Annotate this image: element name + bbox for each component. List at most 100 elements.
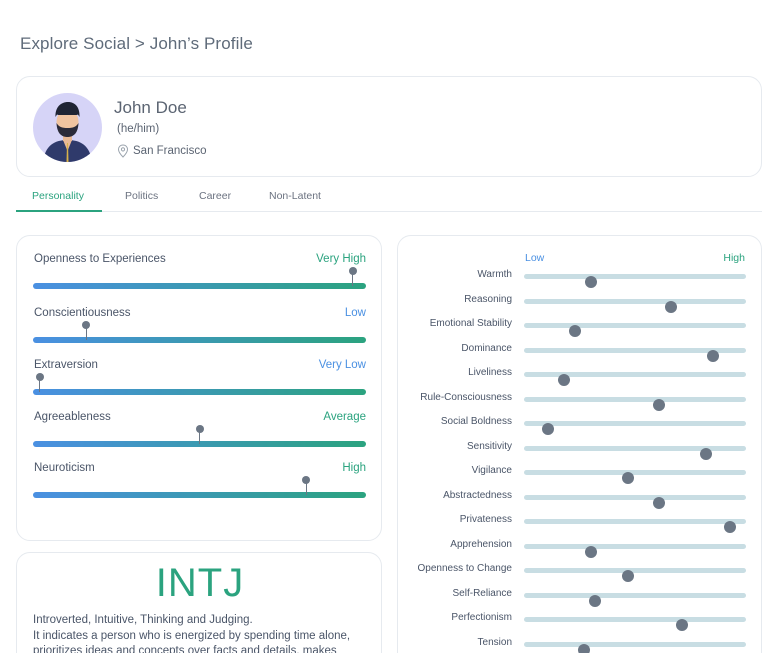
profile-name: John Doe: [114, 98, 187, 117]
factor-marker: [584, 545, 597, 558]
factor-row: Tension: [398, 636, 763, 653]
factor-row: Emotional Stability: [398, 317, 763, 337]
factor-row: Sensitivity: [398, 440, 763, 460]
trait-label: Conscientiousness: [34, 307, 131, 319]
trait-bar: [33, 283, 366, 289]
factor-marker: [706, 349, 719, 362]
trait-level: High: [342, 462, 366, 474]
breadcrumb: Explore Social > John’s Profile: [20, 34, 253, 53]
factor-marker: [622, 472, 635, 484]
profile-pronouns: (he/him): [117, 123, 160, 135]
tab-non-latent[interactable]: Non-Latent: [269, 190, 321, 202]
factor-marker: [675, 619, 688, 631]
factor-label: Dominance: [461, 342, 512, 354]
trait-marker: [82, 321, 91, 341]
factor-marker: [622, 570, 635, 582]
tab-career[interactable]: Career: [199, 190, 231, 202]
factor-track: [524, 396, 746, 411]
trait-conscientiousness: Conscientiousness Low: [33, 307, 366, 347]
factor-label: Perfectionism: [451, 612, 512, 623]
trait-level: Very Low: [318, 359, 366, 371]
factor-row: Apprehension: [398, 538, 763, 558]
mbti-card: INTJ Introverted, Intuitive, Thinking an…: [16, 552, 382, 653]
factor-track: [524, 421, 746, 435]
factor-marker: [569, 325, 582, 337]
tab-politics[interactable]: Politics: [125, 190, 158, 202]
trait-marker: [35, 373, 44, 393]
scale-low-label: Low: [525, 252, 545, 264]
factor-track: [524, 323, 746, 337]
mbti-type: INTJ: [155, 561, 245, 605]
trait-marker: [302, 476, 311, 496]
factor-track: [524, 568, 746, 582]
factor-row: Reasoning: [398, 293, 763, 313]
factor-row: Abstractedness: [398, 489, 763, 509]
factor-row: Self-Reliance: [398, 587, 763, 607]
trait-label: Agreeableness: [34, 411, 111, 423]
factor-row: Privateness: [398, 513, 763, 533]
personality-factors-card: Low High Warmth Reasoning Emotional Stabil…: [397, 235, 762, 653]
location-pin-icon: [117, 144, 129, 158]
factor-row: Vigilance: [398, 464, 763, 484]
trait-bar: [33, 389, 366, 395]
factor-label: Self-Reliance: [452, 587, 512, 599]
factor-row: Warmth: [398, 268, 763, 288]
factor-label: Vigilance: [471, 465, 512, 476]
big-five-card: Openness to Experiences Very High Consci…: [16, 235, 382, 541]
mbti-description: It indicates a person who is energized b…: [33, 630, 351, 653]
trait-label: Extraversion: [34, 359, 98, 371]
mbti-summary: Introverted, Intuitive, Thinking and Jud…: [33, 614, 253, 626]
trait-marker: [195, 425, 204, 445]
factor-track: [524, 641, 746, 653]
tab-personality[interactable]: Personality: [32, 190, 84, 202]
factor-marker: [653, 398, 666, 411]
factor-track: [524, 274, 746, 288]
factor-marker: [542, 423, 555, 435]
factor-row: Liveliness: [398, 366, 763, 386]
trait-extraversion: Extraversion Very Low: [33, 359, 366, 399]
trait-agreeableness: Agreeableness Average: [33, 411, 366, 451]
factor-row: Dominance: [398, 342, 763, 362]
factor-marker: [584, 276, 597, 288]
factor-row: Openness to Change: [398, 562, 763, 582]
factor-label: Reasoning: [464, 293, 512, 305]
scale-high-label: High: [723, 252, 745, 264]
avatar-illustration-icon: [43, 102, 92, 162]
factor-label: Rule-Consciousness: [420, 391, 512, 403]
factor-label: Warmth: [477, 269, 512, 280]
factor-row: Social Boldness: [398, 415, 763, 435]
avatar: [33, 93, 102, 162]
trait-label: Openness to Experiences: [34, 253, 166, 265]
factor-label: Emotional Stability: [429, 318, 512, 329]
profile-location: San Francisco: [117, 144, 207, 158]
factor-label: Apprehension: [450, 538, 512, 550]
factor-track: [524, 519, 746, 533]
trait-marker: [348, 267, 357, 287]
factor-label: Openness to Change: [417, 563, 512, 574]
factor-marker: [700, 447, 713, 460]
factor-row: Perfectionism: [398, 611, 763, 631]
active-tab-indicator: [16, 210, 102, 212]
factor-label: Sensitivity: [466, 440, 512, 452]
factor-label: Liveliness: [468, 367, 512, 378]
trait-neuroticism: Neuroticism High: [33, 462, 366, 502]
factor-track: [524, 347, 746, 362]
factor-track: [524, 445, 746, 460]
factor-track: [524, 494, 746, 509]
factor-label: Tension: [477, 636, 512, 648]
location-text: San Francisco: [133, 145, 207, 157]
factor-track: [524, 592, 746, 607]
factor-marker: [589, 594, 602, 607]
factor-row: Rule-Consciousness: [398, 391, 763, 411]
trait-bar: [33, 492, 366, 498]
trait-level: Average: [323, 411, 366, 423]
factor-marker: [724, 521, 737, 533]
factor-marker: [664, 300, 677, 313]
factor-marker: [653, 496, 666, 509]
trait-level: Very High: [316, 253, 366, 265]
profile-card: John Doe (he/him) San Francisco: [16, 76, 762, 177]
profile-tabs: Personality Politics Career Non-Latent: [16, 180, 762, 212]
factor-track: [524, 372, 746, 386]
factor-label: Privateness: [459, 514, 512, 525]
factor-label: Social Boldness: [440, 416, 512, 427]
